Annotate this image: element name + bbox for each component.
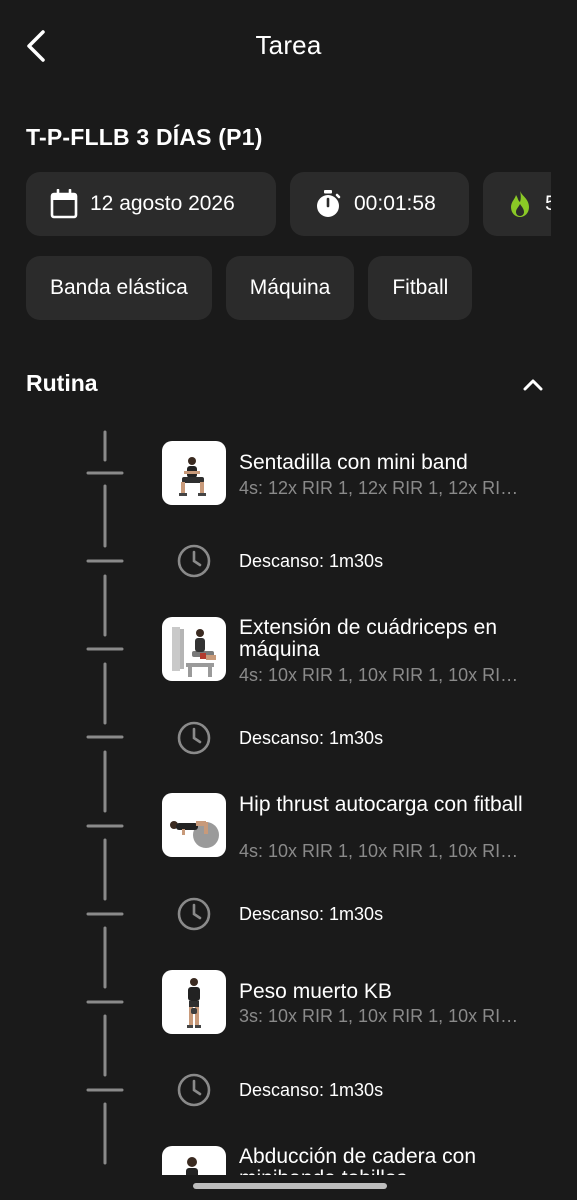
calories-label: 5 <box>545 192 551 215</box>
clock-icon <box>177 897 211 931</box>
exercise-thumbnail[interactable] <box>162 793 226 857</box>
exercise-name[interactable]: Sentadilla con mini band <box>239 452 539 474</box>
equipment-chip: Fitball <box>368 256 473 320</box>
stopwatch-icon <box>314 189 342 219</box>
routine-title: Rutina <box>26 370 98 396</box>
equipment-chip: Máquina <box>225 256 355 320</box>
home-indicator[interactable] <box>193 1183 387 1189</box>
exercise-thumbnail[interactable] <box>162 441 226 505</box>
exercise-name[interactable]: Abducción de cadera con minibanda tobill… <box>239 1146 539 1176</box>
workout-title: T-P-FLLB 3 DÍAS (P1) <box>26 124 263 150</box>
rest-label: Descanso: 1m30s <box>239 551 384 571</box>
date-label: 12 agosto 2026 <box>90 192 235 215</box>
date-chip: 12 agosto 2026 <box>26 172 276 236</box>
clock-icon <box>177 1073 211 1107</box>
exercise-detail: 3s: 10x RIR 1, 10x RIR 1, 10x RIR 1 <box>239 1006 524 1026</box>
exercise-thumbnail[interactable] <box>162 970 226 1034</box>
rest-label: Descanso: 1m30s <box>239 1080 384 1100</box>
exercise-detail: 4s: 12x RIR 1, 12x RIR 1, 12x RIR 1, 12x… <box>239 478 524 498</box>
clock-icon <box>177 544 211 578</box>
top-bar: Tarea <box>0 0 577 92</box>
duration-chip: 00:01:58 <box>290 172 469 236</box>
timeline-track <box>86 430 124 1165</box>
equipment-row: Banda elástica Máquina Fitball <box>26 256 473 320</box>
exercise-thumbnail[interactable] <box>162 1146 226 1175</box>
collapse-button[interactable] <box>516 368 550 402</box>
clock-icon <box>177 721 211 755</box>
chevron-up-icon <box>523 379 543 391</box>
exercise-name[interactable]: Peso muerto KB <box>239 981 539 1003</box>
page-title: Tarea <box>255 30 322 60</box>
calendar-icon <box>50 189 78 219</box>
rest-label: Descanso: 1m30s <box>239 728 384 748</box>
exercise-detail: 4s: 10x RIR 1, 10x RIR 1, 10x RIR 1, 10x… <box>239 665 524 685</box>
rest-label: Descanso: 1m30s <box>239 904 384 924</box>
calories-chip: 5 <box>483 172 551 236</box>
exercise-thumbnail[interactable] <box>162 617 226 681</box>
flame-icon <box>507 190 533 218</box>
exercise-name[interactable]: Extensión de cuádriceps en máquina <box>239 617 539 661</box>
equipment-chip: Banda elástica <box>26 256 212 320</box>
exercise-detail: 4s: 10x RIR 1, 10x RIR 1, 10x RIR 1, 10x… <box>239 841 524 861</box>
exercise-name[interactable]: Hip thrust autocarga con fitball <box>239 794 539 816</box>
duration-label: 00:01:58 <box>354 192 436 215</box>
workout-meta-row[interactable]: 12 agosto 2026 00:01:58 5 <box>26 172 551 238</box>
screen-content: Tarea T-P-FLLB 3 DÍAS (P1) 12 agosto 202… <box>0 0 577 1175</box>
